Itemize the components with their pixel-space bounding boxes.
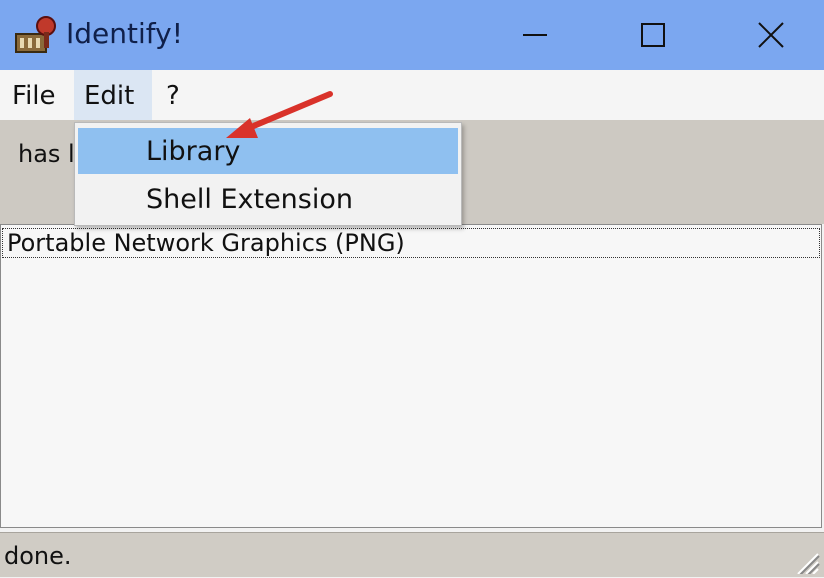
maximize-icon [641, 23, 665, 47]
annotation-arrow-icon [226, 91, 333, 138]
file-type-list[interactable] [0, 224, 822, 528]
menu-file[interactable]: File [2, 70, 72, 120]
minimize-icon [523, 34, 547, 36]
menu-item-shell-extension[interactable]: Shell Extension [78, 176, 458, 222]
status-text: done. [4, 542, 72, 570]
menu-edit[interactable]: Edit [74, 70, 152, 120]
window-title: Identify! [66, 17, 183, 50]
maximize-button[interactable] [594, 0, 712, 70]
identify-app-icon [14, 14, 60, 56]
status-bar [0, 532, 824, 577]
minimize-button[interactable] [476, 0, 594, 70]
resize-grip-icon[interactable] [790, 548, 820, 576]
list-item[interactable]: Portable Network Graphics (PNG) [2, 228, 820, 258]
menu-help[interactable]: ? [156, 70, 196, 120]
close-icon [758, 22, 784, 48]
close-button[interactable] [712, 0, 824, 70]
info-panel-text: has l [18, 140, 75, 168]
